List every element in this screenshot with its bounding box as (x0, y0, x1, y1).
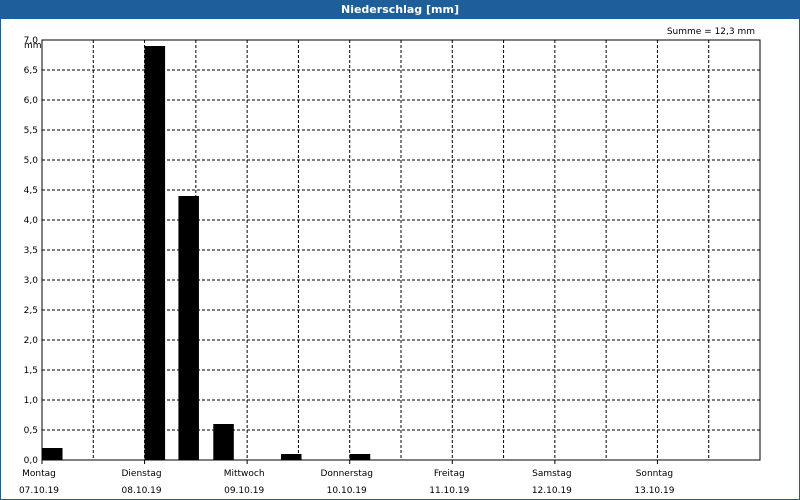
x-tick-date: 07.10.19 (19, 486, 59, 496)
y-tick-label: 0,5 (24, 426, 38, 436)
precipitation-bar (213, 424, 234, 460)
x-tick-weekday: Mittwoch (224, 469, 265, 479)
x-tick-weekday: Samstag (532, 469, 571, 479)
precipitation-bar (144, 46, 166, 460)
x-tick-weekday: Montag (22, 469, 56, 479)
x-tick-date: 10.10.19 (327, 486, 367, 496)
x-tick-weekday: Donnerstag (320, 469, 373, 479)
x-tick-weekday: Freitag (434, 469, 465, 479)
x-tick-weekday: Dienstag (122, 469, 162, 479)
y-tick-label: 4,5 (24, 186, 38, 196)
sum-label: Summe = 12,3 mm (667, 27, 755, 37)
precipitation-bar (280, 454, 302, 460)
y-tick-label: 7,0 (24, 36, 39, 46)
y-tick-label: 2,5 (24, 306, 38, 316)
y-tick-label: 1,5 (24, 366, 38, 376)
y-tick-label: 5,0 (24, 156, 39, 166)
y-tick-label: 2,0 (24, 336, 39, 346)
precipitation-bar (178, 196, 199, 460)
x-tick-date: 09.10.19 (224, 486, 264, 496)
y-tick-label: 5,5 (24, 126, 38, 136)
x-tick-weekday: Sonntag (636, 469, 673, 479)
y-tick-label: 3,5 (24, 246, 38, 256)
precipitation-chart: Summe = 12,3 mm mm 0,00,51,01,52,02,53,0… (19, 27, 761, 496)
precipitation-bar (349, 454, 371, 460)
x-tick-date: 11.10.19 (429, 486, 469, 496)
y-tick-label: 3,0 (24, 276, 39, 286)
y-tick-label: 6,0 (24, 96, 39, 106)
x-tick-date: 08.10.19 (122, 486, 162, 496)
y-tick-label: 1,0 (24, 396, 39, 406)
y-tick-label: 0,0 (24, 456, 39, 466)
precipitation-bar (42, 448, 63, 460)
y-tick-label: 4,0 (24, 216, 39, 226)
y-tick-label: 6,5 (24, 66, 38, 76)
x-tick-date: 13.10.19 (634, 486, 674, 496)
x-tick-date: 12.10.19 (532, 486, 572, 496)
